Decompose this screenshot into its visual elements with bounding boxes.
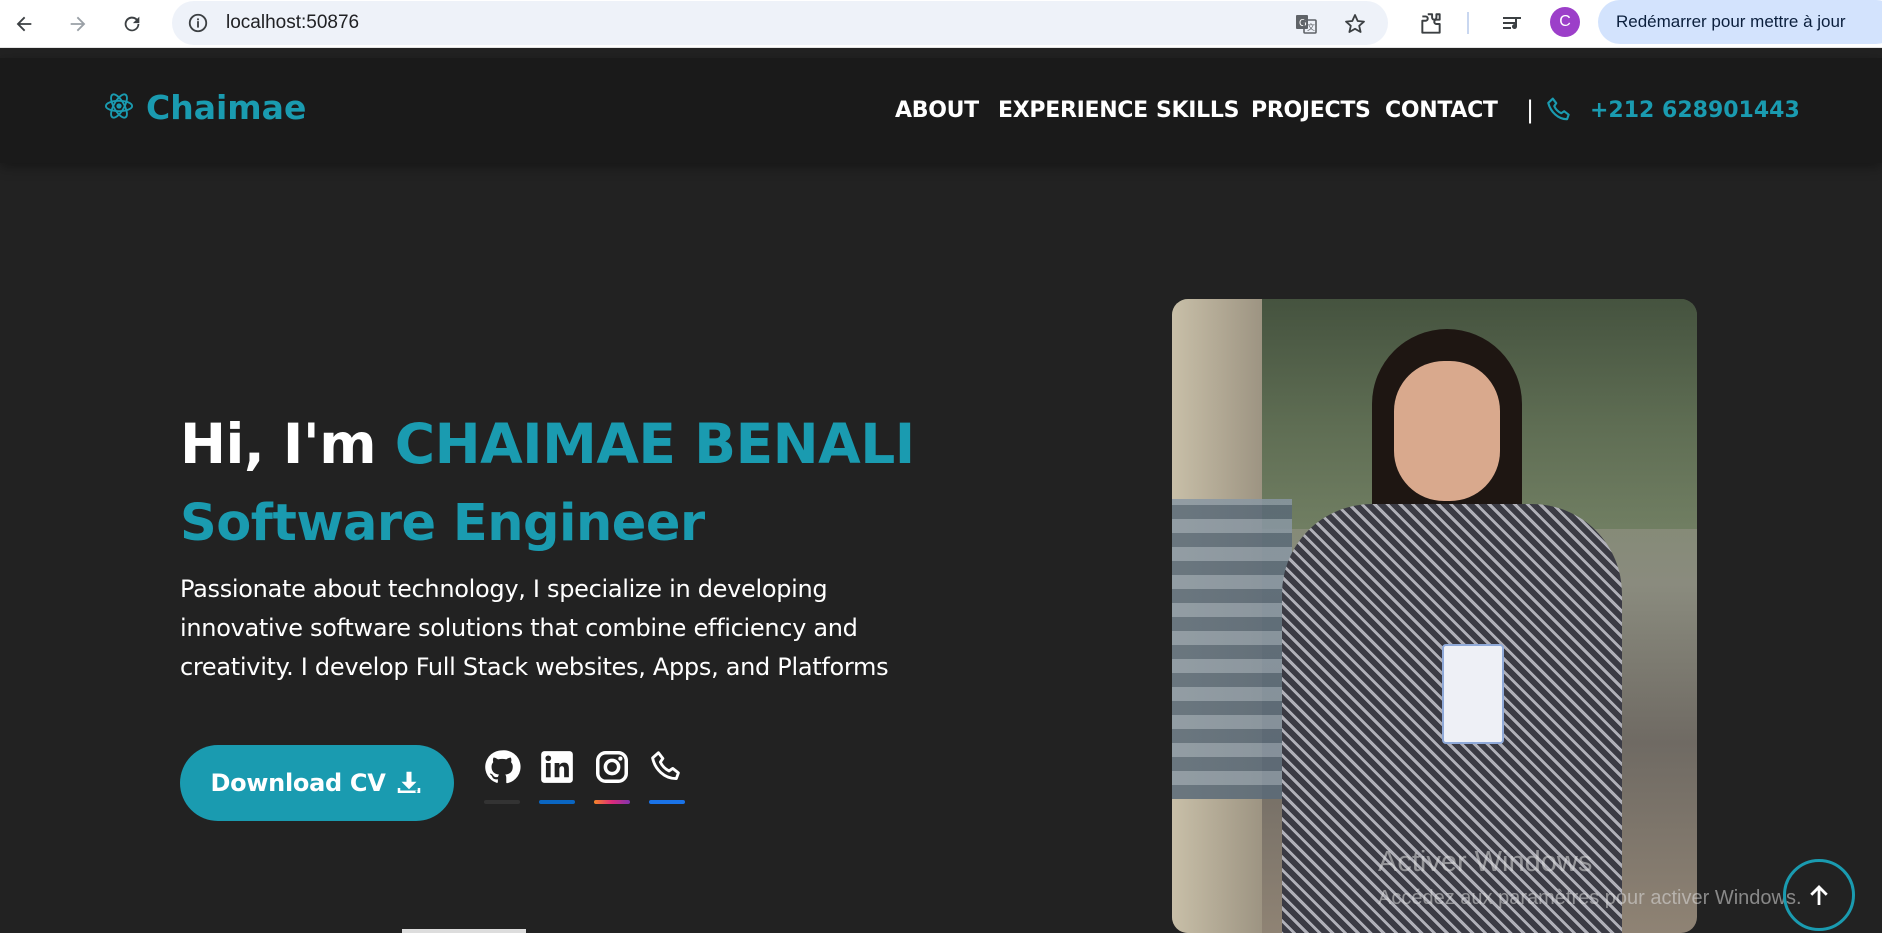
arrow-up-icon — [1810, 885, 1828, 905]
instagram-icon — [596, 751, 628, 783]
download-icon — [397, 771, 420, 793]
hero-greeting: Hi, I'm — [180, 412, 377, 476]
instagram-link[interactable] — [592, 748, 632, 808]
hero-role: Software Engineer — [180, 494, 705, 553]
toolbar-divider — [1467, 12, 1469, 34]
photo-tiles — [1172, 499, 1292, 799]
translate-icon[interactable]: G文 — [1292, 10, 1320, 38]
download-cv-label: Download CV — [210, 769, 386, 797]
nav-about[interactable]: ABOUT — [895, 98, 979, 123]
url-text[interactable]: localhost:50876 — [226, 12, 359, 34]
site-header: Chaimae ABOUT EXPERIENCE SKILLS PROJECTS… — [0, 58, 1882, 163]
phone-icon — [1547, 97, 1570, 121]
nav-experience[interactable]: EXPERIENCE — [998, 98, 1148, 123]
nav-contact[interactable]: CONTACT — [1385, 98, 1498, 123]
photo-face — [1394, 361, 1500, 501]
linkedin-icon — [541, 751, 573, 783]
watermark-subtitle: Accédez aux paramètres pour activer Wind… — [1378, 887, 1802, 909]
photo-badge — [1442, 644, 1504, 744]
header-phone-number[interactable]: +212 628901443 — [1590, 98, 1800, 123]
nav-projects[interactable]: PROJECTS — [1251, 98, 1371, 123]
github-link[interactable] — [482, 748, 522, 808]
forward-icon[interactable] — [62, 8, 94, 40]
address-bar[interactable]: localhost:50876 G文 — [172, 1, 1388, 45]
extensions-icon[interactable] — [1416, 9, 1446, 39]
nav-skills[interactable]: SKILLS — [1156, 98, 1239, 123]
header-phone-link[interactable]: +212 628901443 — [1544, 94, 1800, 126]
hero-description: Passionate about technology, I specializ… — [180, 575, 889, 681]
phone-link[interactable] — [647, 748, 687, 808]
watermark-title: Activer Windows — [1378, 846, 1593, 878]
nav-separator: | — [1526, 96, 1535, 124]
windows-activation-watermark: Activer Windows Accédez aux paramètres p… — [1378, 846, 1802, 910]
browser-toolbar: localhost:50876 G文 C Redémarrer pour met… — [0, 0, 1882, 48]
github-underline — [484, 800, 520, 804]
section-indicator — [402, 929, 526, 933]
hero-name: CHAIMAE BENALI — [394, 412, 916, 476]
back-icon[interactable] — [8, 8, 40, 40]
download-cv-button[interactable]: Download CV — [180, 745, 454, 821]
reload-icon[interactable] — [116, 8, 148, 40]
linkedin-underline — [539, 800, 575, 804]
media-controls-icon[interactable] — [1497, 9, 1527, 39]
star-icon[interactable] — [1341, 10, 1369, 38]
site-info-icon[interactable] — [186, 11, 210, 35]
github-icon — [485, 750, 521, 784]
linkedin-link[interactable] — [537, 748, 577, 808]
phone-underline — [649, 800, 685, 804]
svg-text:文: 文 — [1307, 22, 1315, 32]
profile-avatar[interactable]: C — [1550, 7, 1580, 37]
hero-heading: Hi, I'm CHAIMAE BENALI — [180, 412, 915, 476]
relaunch-update-button[interactable]: Redémarrer pour mettre à jour — [1598, 0, 1882, 44]
instagram-underline — [594, 800, 630, 804]
phone-icon — [651, 751, 680, 780]
scroll-to-top-button[interactable] — [1783, 859, 1855, 931]
profile-photo — [1172, 299, 1697, 933]
